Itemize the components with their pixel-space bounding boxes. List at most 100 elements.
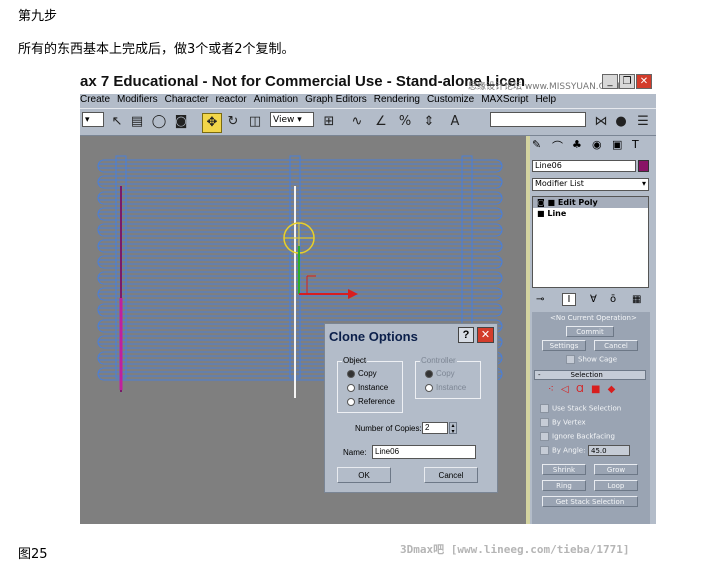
menu-customize[interactable]: Customize <box>427 94 474 105</box>
cancel-button[interactable]: Cancel <box>424 467 478 483</box>
object-color-swatch[interactable] <box>638 160 649 172</box>
ok-button[interactable]: OK <box>337 467 391 483</box>
number-of-copies-field[interactable]: 2 <box>422 422 448 434</box>
modifier-list-label: Modifier List <box>535 179 584 188</box>
stack-item-line[interactable]: ■ Line <box>533 208 648 219</box>
selection-rollout-header[interactable]: - Selection <box>534 370 646 380</box>
use-stack-selection-checkbox[interactable]: Use Stack Selection <box>540 404 621 413</box>
selection-filter-dropdown[interactable]: ▾ <box>82 112 104 127</box>
stack-item-edit-poly[interactable]: ◙ ■ Edit Poly <box>533 197 648 208</box>
edge-icon[interactable]: ◁ <box>561 384 569 395</box>
menu-animation[interactable]: Animation <box>254 94 298 105</box>
border-icon[interactable]: Ɑ <box>576 384 584 395</box>
loop-button[interactable]: Loop <box>594 480 638 491</box>
commit-button[interactable]: Commit <box>566 326 614 337</box>
window-close-button[interactable]: ✕ <box>636 74 652 89</box>
menu-graph-editors[interactable]: Graph Editors <box>305 94 367 105</box>
show-cage-checkbox[interactable]: Show Cage <box>566 355 617 364</box>
object-instance-radio[interactable]: Instance <box>347 383 388 392</box>
subobject-icons: ⁖ ◁ Ɑ ■ ◆ <box>548 384 615 395</box>
clone-name-field[interactable]: Line06 <box>372 445 476 459</box>
object-group: Object Copy Instance Reference <box>337 356 403 413</box>
title-bar: ax 7 Educational - Not for Commercial Us… <box>80 72 656 94</box>
element-icon[interactable]: ◆ <box>608 384 616 395</box>
menu-rendering[interactable]: Rendering <box>374 94 420 105</box>
make-unique-icon[interactable]: ∀ <box>590 294 597 305</box>
settings-button[interactable]: Settings <box>542 340 586 351</box>
select-by-name-icon[interactable]: ▤ <box>128 113 146 131</box>
material-icon[interactable]: ● <box>612 113 630 131</box>
menu-reactor[interactable]: reactor <box>216 94 247 105</box>
move-icon[interactable]: ✥ <box>202 113 222 133</box>
object-name-field[interactable]: Line06 <box>532 160 636 172</box>
select-icon[interactable]: ↖ <box>108 113 126 131</box>
menu-create[interactable]: Create <box>80 94 110 105</box>
angle-snap-icon[interactable]: ∠ <box>372 113 390 131</box>
scale-icon[interactable]: ◫ <box>246 113 264 131</box>
menu-bar: Create Modifiers Character reactor Animation… <box>80 94 656 108</box>
remove-modifier-icon[interactable]: ō <box>610 294 616 305</box>
radio-dot <box>425 369 433 378</box>
show-end-result-icon[interactable]: Ⅰ <box>562 293 576 306</box>
checkbox-box <box>540 418 549 427</box>
configure-sets-icon[interactable]: ▦ <box>632 294 641 305</box>
rollout-area: <No Current Operation> Commit Settings C… <box>532 312 650 524</box>
utilities-tab-icon[interactable]: T <box>632 138 639 151</box>
copies-spinner-icon[interactable]: ▴ ▾ <box>449 422 457 435</box>
display-tab-icon[interactable]: ▣ <box>612 138 622 151</box>
vertex-icon[interactable]: ⁖ <box>548 384 554 395</box>
rotate-icon[interactable]: ↻ <box>224 113 242 131</box>
ignore-backfacing-checkbox[interactable]: Ignore Backfacing <box>540 432 615 441</box>
mirror-icon[interactable]: ⋈ <box>592 113 610 131</box>
region-icon[interactable]: ◯ <box>150 113 168 131</box>
polygon-icon[interactable]: ■ <box>591 384 600 395</box>
by-angle-checkbox[interactable]: By Angle: <box>540 446 585 455</box>
modifier-list-dropdown[interactable]: Modifier List ▾ <box>532 178 649 191</box>
menu-modifiers[interactable]: Modifiers <box>117 94 158 105</box>
dialog-help-button[interactable]: ? <box>458 327 474 343</box>
create-tab-icon[interactable]: ✎ <box>532 138 541 151</box>
cancel-op-button[interactable]: Cancel <box>594 340 638 351</box>
object-reference-radio[interactable]: Reference <box>347 397 395 406</box>
menu-maxscript[interactable]: MAXScript <box>481 94 528 105</box>
object-copy-radio[interactable]: Copy <box>347 369 377 378</box>
command-panel: ✎ ⌒ ♣ ◉ ▣ T Line06 Modifier List ▾ ◙ ■ Ed… <box>530 136 656 524</box>
render-icon[interactable]: ☰ <box>634 113 652 131</box>
menu-character[interactable]: Character <box>165 94 209 105</box>
controller-group: Controller Copy Instance <box>415 356 481 399</box>
restore-button[interactable]: ❐ <box>619 74 635 89</box>
modifier-stack[interactable]: ◙ ■ Edit Poly ■ Line <box>532 196 649 288</box>
controller-instance-radio[interactable]: Instance <box>425 383 466 392</box>
view-dropdown-label: View <box>273 115 295 125</box>
motion-tab-icon[interactable]: ◉ <box>592 138 602 151</box>
named-selection-icon[interactable]: A <box>446 113 464 131</box>
radio-dot <box>347 383 355 392</box>
pivot-icon[interactable]: ⊞ <box>320 113 338 131</box>
no-current-operation-text: <No Current Operation> <box>550 314 637 322</box>
grow-button[interactable]: Grow <box>594 464 638 475</box>
get-stack-selection-button[interactable]: Get Stack Selection <box>542 496 638 507</box>
minimize-button[interactable]: _ <box>602 74 618 89</box>
controller-copy-radio[interactable]: Copy <box>425 369 455 378</box>
step-heading: 第九步 <box>18 9 58 24</box>
crossing-icon[interactable]: ◙ <box>172 113 190 131</box>
pin-stack-icon[interactable]: ⊸ <box>536 294 544 305</box>
reference-coordinate-dropdown[interactable]: View ▾ <box>270 112 314 127</box>
hierarchy-tab-icon[interactable]: ♣ <box>572 138 582 151</box>
percent-snap-icon[interactable]: % <box>396 113 414 131</box>
max-window: ax 7 Educational - Not for Commercial Us… <box>80 72 656 524</box>
instruction-text: 所有的东西基本上完成后，做3个或者2个复制。 <box>18 42 295 57</box>
by-angle-field[interactable]: 45.0 <box>588 445 630 456</box>
shrink-button[interactable]: Shrink <box>542 464 586 475</box>
named-selection-dropdown[interactable] <box>490 112 586 127</box>
panel-tabs: ✎ ⌒ ♣ ◉ ▣ T <box>532 138 652 154</box>
dialog-close-button[interactable]: ✕ <box>477 327 494 343</box>
menu-help[interactable]: Help <box>535 94 556 105</box>
ring-button[interactable]: Ring <box>542 480 586 491</box>
checkbox-box <box>540 446 549 455</box>
by-vertex-checkbox[interactable]: By Vertex <box>540 418 586 427</box>
spinner-snap-icon[interactable]: ⇕ <box>420 113 438 131</box>
snap-icon[interactable]: ∿ <box>348 113 366 131</box>
modify-tab-icon[interactable]: ⌒ <box>552 138 563 154</box>
watermark-bottom: 3Dmax吧 [www.lineeg.com/tieba/1771] <box>400 543 630 556</box>
